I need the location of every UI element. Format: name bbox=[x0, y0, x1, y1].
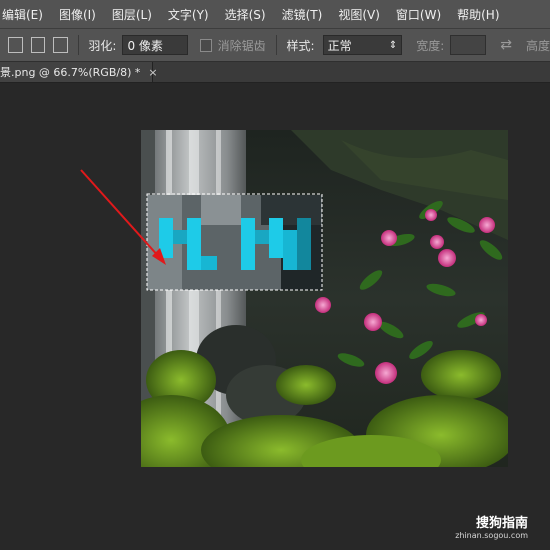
red-arrow-icon bbox=[80, 169, 166, 265]
watermark-main: 搜狗指南 bbox=[475, 516, 528, 531]
watermark-sub: zhinan.sogou.com bbox=[455, 531, 528, 540]
watermark: 搜狗指南 zhinan.sogou.com bbox=[455, 512, 528, 540]
